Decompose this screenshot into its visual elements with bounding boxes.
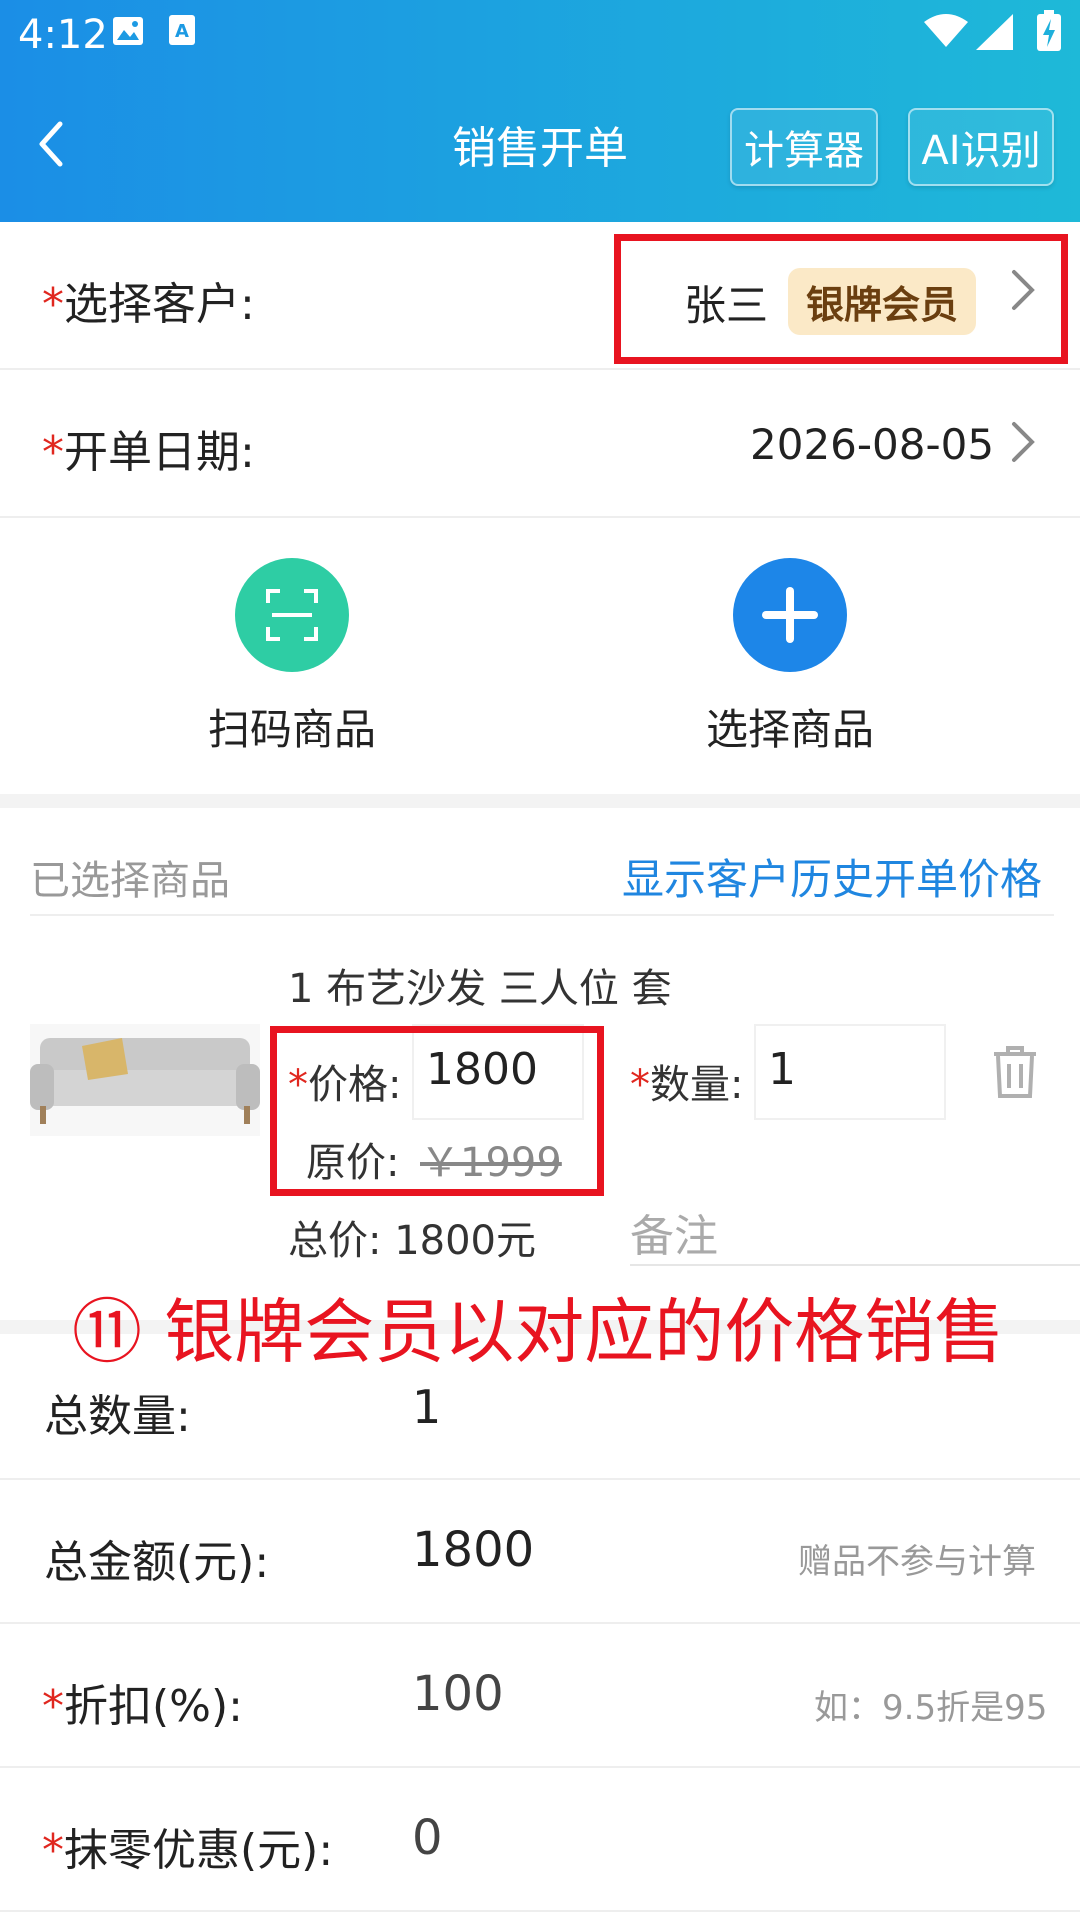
- svg-text:A: A: [175, 21, 189, 42]
- select-product-action[interactable]: 选择商品: [670, 558, 910, 754]
- required-mark: *: [42, 427, 64, 478]
- total-qty-label: 总数量:: [44, 1391, 191, 1442]
- trash-icon[interactable]: [990, 1044, 1040, 1104]
- select-product-label: 选择商品: [705, 705, 874, 754]
- image-notification-icon: [112, 16, 144, 50]
- chevron-right-icon: [1010, 420, 1036, 468]
- history-price-link[interactable]: 显示客户历史开单价格: [622, 846, 1042, 907]
- divider: [0, 516, 1080, 518]
- date-label: *开单日期:: [42, 427, 255, 478]
- date-row[interactable]: *开单日期: 2026-08-05: [0, 370, 1080, 516]
- scan-product-label: 扫码商品: [207, 705, 376, 754]
- rounding-label: *抹零优惠(元):: [42, 1825, 334, 1876]
- wifi-icon: [924, 14, 968, 52]
- total-amount-value: 1800: [412, 1522, 535, 1578]
- ai-recognize-button[interactable]: AI识别: [908, 108, 1054, 186]
- quantity-label: *数量:: [630, 1062, 744, 1108]
- plus-icon: [733, 558, 847, 672]
- customer-highlight-box: [614, 234, 1068, 364]
- required-mark: *: [42, 279, 64, 330]
- rounding-input[interactable]: 0: [412, 1810, 443, 1866]
- divider: [0, 1622, 1080, 1624]
- section-gap: [0, 794, 1080, 808]
- quantity-input[interactable]: 1: [754, 1024, 946, 1120]
- signal-icon: [976, 14, 1014, 54]
- annotation-text: ⑪ 银牌会员以对应的价格销售: [72, 1291, 1005, 1373]
- price-highlight-box: [270, 1026, 604, 1196]
- remark-input[interactable]: 备注: [630, 1200, 1080, 1266]
- line-total: 总价: 1800元: [288, 1218, 536, 1264]
- discount-hint: 如：9.5折是95: [814, 1688, 1048, 1728]
- product-image[interactable]: [30, 1024, 260, 1136]
- divider: [0, 1910, 1080, 1912]
- app-header: 4:12 A 销售开单 计算器 AI识别: [0, 0, 1080, 222]
- customer-label: *选择客户:: [42, 279, 255, 330]
- discount-label: *折扣(%):: [42, 1681, 243, 1732]
- total-amount-label: 总金额(元):: [44, 1537, 270, 1588]
- battery-icon: [1036, 10, 1062, 56]
- scan-icon: [235, 558, 349, 672]
- date-value: 2026-08-05: [750, 420, 995, 469]
- divider: [0, 1766, 1080, 1768]
- total-amount-hint: 赠品不参与计算: [798, 1542, 1036, 1582]
- calculator-button[interactable]: 计算器: [730, 108, 878, 186]
- total-qty-value: 1: [412, 1380, 442, 1434]
- product-name: 1 布艺沙发 三人位 套: [288, 966, 672, 1012]
- selected-products-title: 已选择商品: [30, 858, 230, 904]
- scan-product-action[interactable]: 扫码商品: [172, 558, 412, 754]
- discount-input[interactable]: 100: [412, 1666, 504, 1722]
- status-time: 4:12: [18, 12, 108, 58]
- divider: [0, 1478, 1080, 1480]
- translate-notification-icon: A: [168, 14, 196, 50]
